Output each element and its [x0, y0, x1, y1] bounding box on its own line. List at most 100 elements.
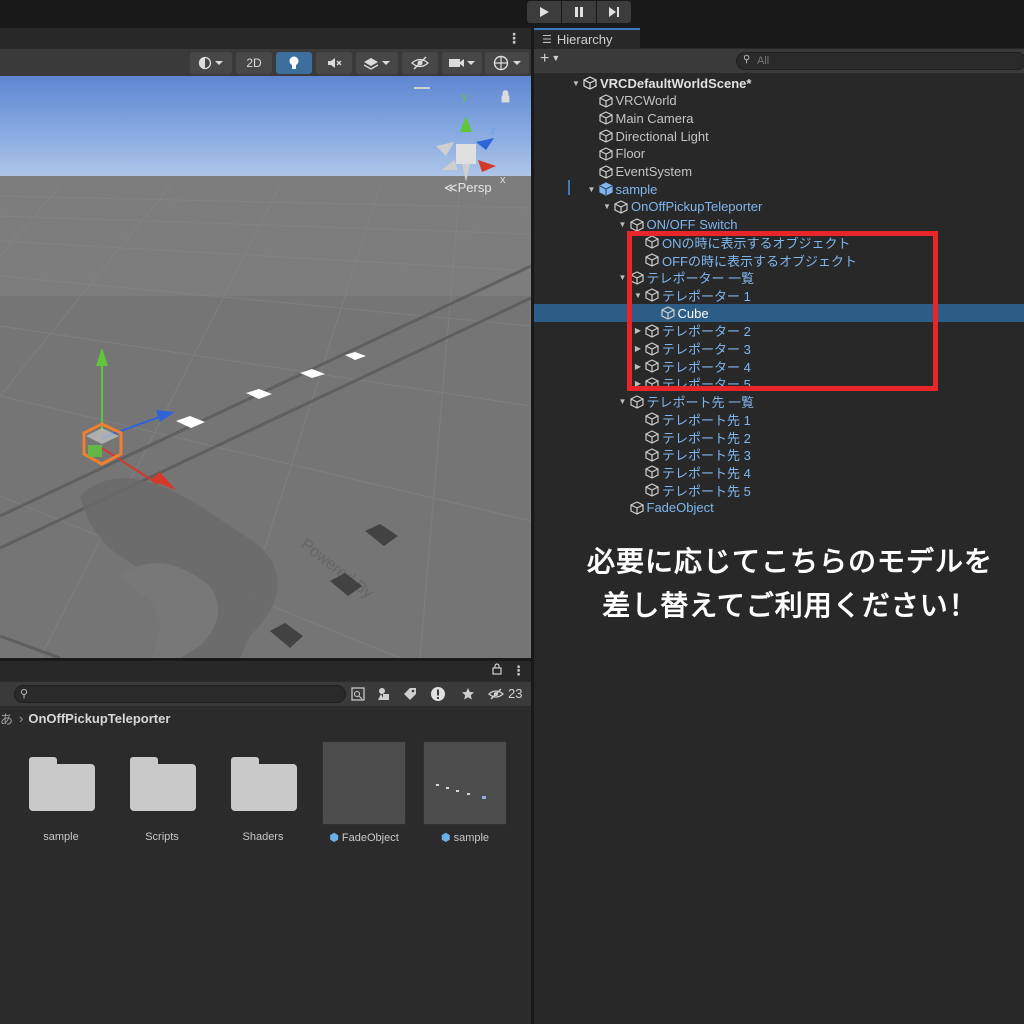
- eye-slash-icon: [411, 56, 429, 70]
- hierarchy-row[interactable]: VRCWorld: [534, 92, 1024, 110]
- camera-settings-dropdown[interactable]: [442, 52, 482, 74]
- hidden-packages-toggle[interactable]: [484, 684, 508, 704]
- hierarchy-row[interactable]: テレポート先 1: [534, 410, 1024, 428]
- expand-arrow-down-icon[interactable]: ▼: [570, 79, 582, 88]
- expand-arrow-down-icon[interactable]: ▼: [617, 397, 629, 406]
- scene-view-panel: ⋮ 2D Powered By y z x ≪Persp: [0, 28, 531, 658]
- breadcrumb-prefix[interactable]: あ: [0, 709, 13, 728]
- hierarchy-row-label: Main Camera: [615, 110, 694, 126]
- expand-arrow-down-icon[interactable]: ▼: [601, 202, 613, 211]
- hierarchy-tab-bar: ☰ Hierarchy: [534, 28, 1024, 49]
- effects-dropdown[interactable]: [356, 52, 398, 74]
- scene-viewport[interactable]: Powered By y z x ≪Persp: [0, 76, 531, 658]
- hierarchy-search[interactable]: ⚲: [736, 52, 1024, 70]
- expand-arrow-down-icon[interactable]: ▼: [617, 220, 629, 229]
- 2d-toggle-button[interactable]: 2D: [236, 52, 272, 74]
- favorites-button[interactable]: [456, 684, 480, 704]
- hierarchy-row[interactable]: EventSystem: [534, 163, 1024, 181]
- project-toolbar: ⚲ 23: [0, 682, 531, 706]
- hierarchy-row[interactable]: テレポート先 4: [534, 463, 1024, 481]
- perspective-label[interactable]: ≪Persp: [444, 180, 492, 196]
- filter-by-type-button[interactable]: [372, 684, 396, 704]
- hierarchy-row-label: VRCDefaultWorldScene*: [600, 75, 752, 91]
- lightbulb-icon: [289, 56, 299, 69]
- hierarchy-row-label: VRCWorld: [615, 93, 677, 109]
- hierarchy-row-label: テレポート先 1: [662, 412, 751, 428]
- step-button[interactable]: [597, 1, 631, 23]
- project-tab-bar: ⋮: [0, 661, 531, 681]
- project-search-input[interactable]: ⚲: [14, 685, 346, 703]
- console-warnings-button[interactable]: [426, 684, 450, 704]
- gizmo-z-label: z: [490, 125, 496, 137]
- scene-search-icon: [351, 687, 365, 701]
- hierarchy-row-label: テレポート先 5: [662, 483, 751, 499]
- asset-grid: sample Scripts Shaders ⬢ FadeObject ⬢ sa…: [0, 731, 531, 991]
- top-toolbar: [0, 0, 1024, 28]
- tag-icon: [404, 688, 416, 700]
- hierarchy-row[interactable]: Directional Light: [534, 127, 1024, 145]
- folder-icon: [130, 757, 196, 811]
- hierarchy-row-label: Floor: [615, 146, 646, 162]
- project-panel: ⋮ ⚲ 23 あ › OnOffPickupTeleporter sample …: [0, 661, 531, 1024]
- gameobject-icon: [598, 110, 614, 126]
- hierarchy-row[interactable]: Floor: [534, 145, 1024, 163]
- hierarchy-row[interactable]: テレポート先 2: [534, 428, 1024, 446]
- hierarchy-toolbar: + ▼ ⚲: [534, 49, 1024, 73]
- hidden-objects-toggle[interactable]: [402, 52, 438, 74]
- breadcrumb: あ › OnOffPickupTeleporter: [0, 707, 531, 729]
- draw-mode-dropdown[interactable]: [190, 52, 232, 74]
- asset-label: ⬢ FadeObject: [329, 832, 399, 844]
- hierarchy-row[interactable]: ▼ テレポート先 一覧: [534, 393, 1024, 411]
- gameobject-icon: [644, 429, 660, 445]
- 2d-label: 2D: [246, 56, 262, 70]
- prefab-thumbnail: [322, 741, 406, 825]
- breadcrumb-current[interactable]: OnOffPickupTeleporter: [28, 711, 170, 726]
- hierarchy-row[interactable]: ▼ VRCDefaultWorldScene*: [534, 74, 1024, 92]
- hierarchy-row[interactable]: ▼ OnOffPickupTeleporter: [534, 198, 1024, 216]
- gameobject-icon: [644, 411, 660, 427]
- hierarchy-search-input[interactable]: [757, 54, 1007, 68]
- kebab-menu-icon[interactable]: ⋮: [507, 30, 521, 47]
- pause-icon: [575, 7, 583, 17]
- lighting-toggle-button[interactable]: [276, 52, 312, 74]
- hidden-count: 23: [508, 686, 523, 701]
- shapes-icon: [378, 688, 389, 700]
- scene-toolbar: 2D: [0, 49, 531, 76]
- hierarchy-row[interactable]: Main Camera: [534, 109, 1024, 127]
- hierarchy-row[interactable]: ▼ sample: [534, 180, 1024, 198]
- hierarchy-row-label: テレポート先 2: [662, 430, 751, 446]
- gizmo-x-label: x: [500, 174, 506, 186]
- folder-icon: [231, 757, 297, 811]
- hierarchy-row[interactable]: テレポート先 3: [534, 446, 1024, 464]
- tab-hierarchy[interactable]: ☰ Hierarchy: [534, 28, 640, 49]
- gameobject-icon: [598, 164, 614, 180]
- tab-hierarchy-label: Hierarchy: [556, 32, 613, 47]
- add-object-button[interactable]: + ▼: [540, 50, 560, 68]
- pause-button[interactable]: [562, 1, 596, 23]
- prefab-thumbnail: [423, 741, 507, 825]
- kebab-menu-icon[interactable]: ⋮: [512, 663, 525, 679]
- folder-icon: [29, 757, 95, 811]
- gizmo-globe-icon: [493, 55, 521, 71]
- plus-icon: +: [540, 50, 550, 67]
- gameobject-icon: [598, 146, 614, 162]
- search-by-type-button[interactable]: [346, 684, 370, 704]
- lock-icon: [501, 90, 510, 103]
- lock-icon[interactable]: [492, 663, 502, 678]
- alert-icon: [431, 687, 445, 701]
- play-button[interactable]: [527, 1, 561, 23]
- camera-icon: [449, 59, 475, 67]
- gizmos-dropdown[interactable]: [485, 52, 529, 74]
- unity-scene-icon: [582, 75, 598, 91]
- expand-arrow-down-icon[interactable]: ▼: [586, 185, 598, 194]
- filter-by-label-button[interactable]: [398, 684, 422, 704]
- hierarchy-row[interactable]: FadeObject: [534, 499, 1024, 517]
- audio-toggle-button[interactable]: [316, 52, 352, 74]
- hierarchy-row-label: テレポート先 4: [662, 465, 751, 481]
- gameobject-icon: [629, 500, 645, 516]
- hierarchy-row[interactable]: テレポート先 5: [534, 481, 1024, 499]
- hierarchy-row-label: OnOffPickupTeleporter: [631, 199, 763, 215]
- annotation-line-2: 差し替えてご利用ください！: [602, 589, 978, 622]
- gameobject-icon: [598, 93, 614, 109]
- hierarchy-row-label: ON/OFF Switch: [646, 217, 738, 233]
